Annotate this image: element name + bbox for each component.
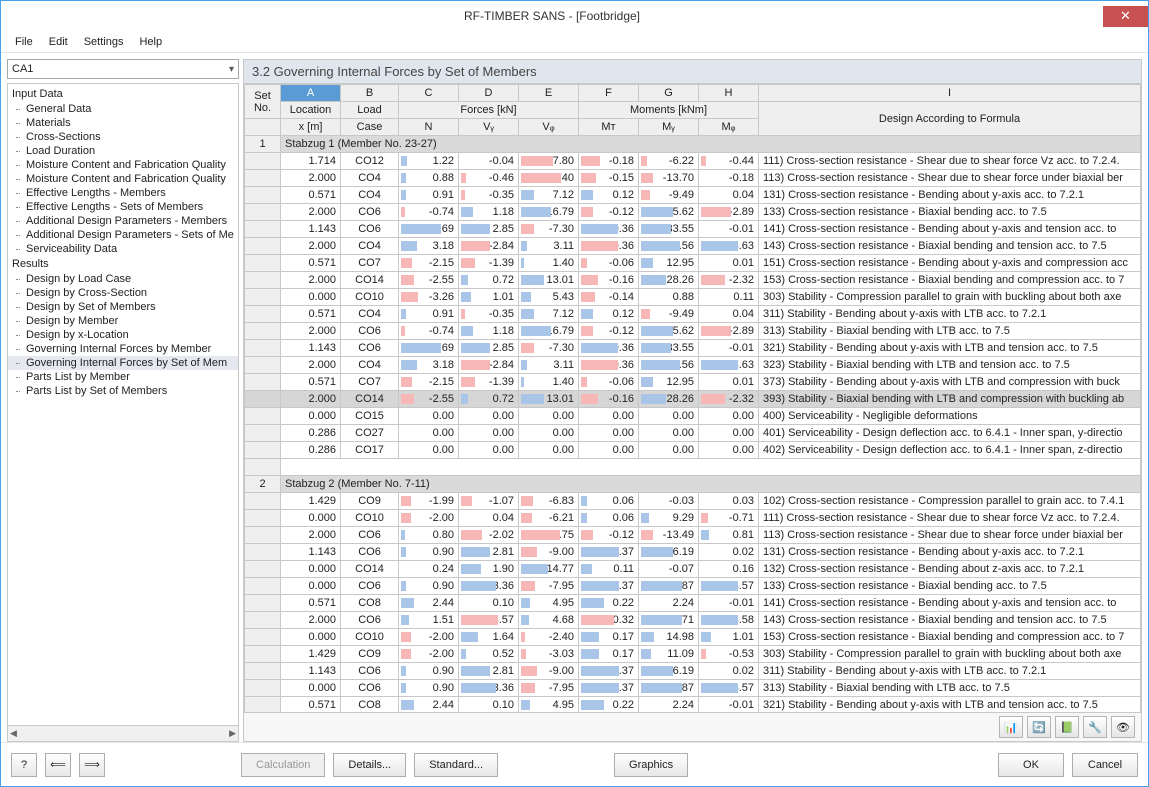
table-row[interactable]: 2.000CO6-0.741.1816.79-0.1235.62-2.89313… [245,323,1141,340]
table-row[interactable]: 2.000CO40.88-0.46-22.40-0.15-13.70-0.181… [245,170,1141,187]
cancel-button[interactable]: Cancel [1072,753,1138,777]
table-row[interactable]: 2.000CO6-0.741.1816.79-0.1235.62-2.89133… [245,204,1141,221]
tree-item[interactable]: Parts List by Set of Members [8,384,238,398]
tree-item[interactable]: Parts List by Member [8,370,238,384]
tree-item[interactable]: Governing Internal Forces by Set of Mem [8,356,238,370]
menu-help[interactable]: Help [131,33,170,51]
tree-item[interactable]: Design by Member [8,314,238,328]
titlebar: RF-TIMBER SANS - [Footbridge] ✕ [1,1,1148,31]
tree-item[interactable]: Design by Load Case [8,272,238,286]
tree-group[interactable]: Input Data [8,86,238,102]
tree-item[interactable]: Serviceability Data [8,242,238,256]
tree-item[interactable]: Materials [8,116,238,130]
table-row[interactable]: 0.286CO270.000.000.000.000.000.00401) Se… [245,425,1141,442]
tree-item[interactable]: Moisture Content and Fabrication Quality [8,158,238,172]
graphics-button[interactable]: Graphics [614,753,688,777]
tree-item[interactable]: Governing Internal Forces by Member [8,342,238,356]
table-row[interactable]: 2.000CO14-2.550.7213.01-0.1628.26-2.3239… [245,391,1141,408]
window-title: RF-TIMBER SANS - [Footbridge] [1,9,1103,23]
ok-button[interactable]: OK [998,753,1064,777]
table-row[interactable]: 1.429CO9-1.99-1.07-6.830.06-0.030.03102)… [245,493,1141,510]
prev-button[interactable]: ⟸ [45,753,71,777]
menu-settings[interactable]: Settings [76,33,132,51]
table-row[interactable]: 0.000CO10-2.001.64-2.400.1714.981.01153)… [245,629,1141,646]
details-button[interactable]: Details... [333,753,406,777]
table-row[interactable]: 0.286CO170.000.000.000.000.000.00402) Se… [245,442,1141,459]
grid-tool-icon[interactable]: 👁 [1111,716,1135,738]
table-row[interactable]: 0.000CO140.241.9014.770.11-0.070.16132) … [245,561,1141,578]
grid-tool-icon[interactable]: 📗 [1055,716,1079,738]
table-row[interactable]: 0.000CO60.903.36-7.950.3745.873.57313) S… [245,680,1141,697]
table-row[interactable]: 0.571CO40.91-0.357.120.12-9.490.04131) C… [245,187,1141,204]
standard-button[interactable]: Standard... [414,753,498,777]
tree-item[interactable]: Additional Design Parameters - Sets of M… [8,228,238,242]
grid-tool-icon[interactable]: 🔄 [1027,716,1051,738]
table-row[interactable]: 2.000CO43.18-2.843.11-0.3643.563.63323) … [245,357,1141,374]
table-row[interactable]: 0.571CO40.91-0.357.120.12-9.490.04311) S… [245,306,1141,323]
table-row[interactable]: 1.143CO67.692.85-7.300.3633.55-0.01141) … [245,221,1141,238]
results-grid[interactable]: SetNo.ABCDEFGHILocationLoadForces [kN]Mo… [244,84,1141,712]
menu-edit[interactable]: Edit [41,33,76,51]
tree-scrollbar[interactable]: ◀▶ [7,726,239,742]
menubar: FileEditSettingsHelp [1,31,1148,53]
table-row[interactable]: 0.571CO7-2.15-1.391.40-0.0612.950.01151)… [245,255,1141,272]
table-row[interactable]: 0.000CO10-3.261.015.43-0.140.880.11303) … [245,289,1141,306]
table-row[interactable]: 1.143CO67.692.85-7.300.3633.55-0.01321) … [245,340,1141,357]
tree-item[interactable]: Moisture Content and Fabrication Quality [8,172,238,186]
table-row[interactable]: 1.714CO121.22-0.04-17.80-0.18-6.22-0.441… [245,153,1141,170]
close-icon[interactable]: ✕ [1103,6,1148,27]
tree-item[interactable]: Design by Cross-Section [8,286,238,300]
grid-tool-icon[interactable]: 📊 [999,716,1023,738]
tree-item[interactable]: General Data [8,102,238,116]
load-case-combo[interactable]: CA1 [7,59,239,79]
table-row[interactable]: 0.571CO82.440.104.950.222.24-0.01321) St… [245,697,1141,713]
grid-tool-icon[interactable]: 🔧 [1083,716,1107,738]
navigator-tree[interactable]: Input DataGeneral DataMaterialsCross-Sec… [7,83,239,726]
table-row[interactable]: 1.143CO60.902.81-9.000.3736.190.02311) S… [245,663,1141,680]
table-row[interactable]: 1.429CO9-2.000.52-3.030.1711.09-0.53303)… [245,646,1141,663]
table-row[interactable]: 0.000CO10-2.000.04-6.210.069.29-0.71111)… [245,510,1141,527]
tree-item[interactable]: Design by x-Location [8,328,238,342]
menu-file[interactable]: File [7,33,41,51]
tree-item[interactable]: Effective Lengths - Members [8,186,238,200]
table-row[interactable]: 2.000CO61.51-3.574.68-0.3245.713.58143) … [245,612,1141,629]
table-row[interactable]: 0.000CO150.000.000.000.000.000.00400) Se… [245,408,1141,425]
table-row[interactable]: 2.000CO14-2.550.7213.01-0.1628.26-2.3215… [245,272,1141,289]
table-row[interactable]: 0.571CO82.440.104.950.222.24-0.01141) Cr… [245,595,1141,612]
table-row[interactable]: 0.571CO7-2.15-1.391.40-0.0612.950.01373)… [245,374,1141,391]
tree-group[interactable]: Results [8,256,238,272]
tree-item[interactable]: Effective Lengths - Sets of Members [8,200,238,214]
table-row[interactable]: 0.000CO60.903.36-7.950.3745.873.57133) C… [245,578,1141,595]
toolbar-icons: 📊🔄📗🔧👁 [244,712,1141,741]
tree-item[interactable]: Design by Set of Members [8,300,238,314]
tree-item[interactable]: Load Duration [8,144,238,158]
tree-item[interactable]: Additional Design Parameters - Members [8,214,238,228]
calculation-button[interactable]: Calculation [241,753,325,777]
table-row[interactable]: 2.000CO43.18-2.843.11-0.3643.563.63143) … [245,238,1141,255]
help-button[interactable]: ? [11,753,37,777]
next-button[interactable]: ⟹ [79,753,105,777]
table-row[interactable]: 1.143CO60.902.81-9.000.3736.190.02131) C… [245,544,1141,561]
tree-item[interactable]: Cross-Sections [8,130,238,144]
panel-title: 3.2 Governing Internal Forces by Set of … [244,60,1141,84]
table-row[interactable]: 2.000CO60.80-2.02-21.75-0.12-13.490.8111… [245,527,1141,544]
